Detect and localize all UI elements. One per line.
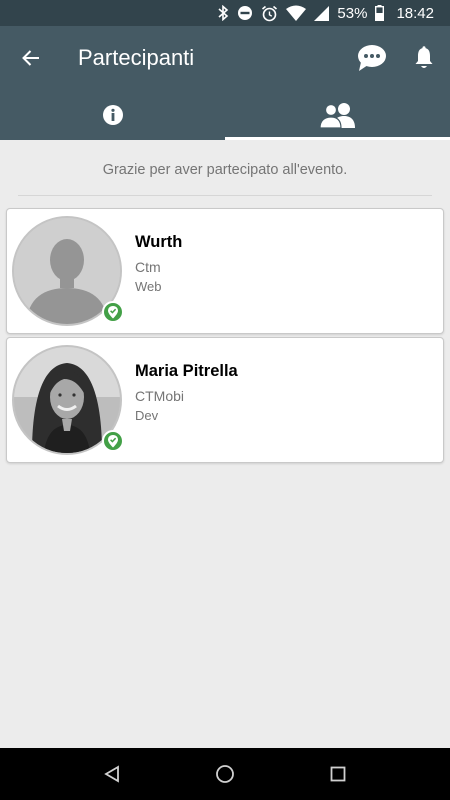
- bluetooth-icon: [218, 5, 229, 21]
- check-in-badge: [102, 301, 124, 323]
- nav-home-button[interactable]: [195, 748, 255, 800]
- divider: [18, 195, 432, 196]
- avatar: [12, 216, 124, 326]
- tab-bar: [0, 90, 450, 140]
- do-not-disturb-icon: [238, 6, 253, 20]
- thanks-message: Grazie per aver partecipato all'evento.: [102, 162, 348, 178]
- battery-icon: [375, 5, 385, 21]
- home-circle-icon: [216, 765, 234, 783]
- participant-name: Wurth: [135, 233, 183, 251]
- back-triangle-icon: [103, 765, 119, 783]
- check-in-badge: [102, 430, 124, 452]
- back-button[interactable]: [0, 26, 62, 90]
- page-title: Partecipanti: [78, 45, 195, 70]
- participant-card[interactable]: Wurth Ctm Web: [6, 208, 444, 334]
- clock: 18:42: [396, 4, 434, 22]
- people-icon: [319, 103, 355, 128]
- arrow-back-icon: [22, 50, 39, 66]
- bell-icon: [415, 46, 433, 68]
- participant-name: Maria Pitrella: [135, 362, 238, 380]
- participant-company: CTMobi: [135, 388, 185, 404]
- avatar: [12, 345, 124, 455]
- app-bar: Partecipanti: [0, 26, 450, 90]
- tab-info[interactable]: [0, 90, 225, 140]
- chat-button[interactable]: [346, 26, 398, 90]
- content-area: Grazie per aver partecipato all'evento. …: [0, 140, 450, 748]
- signal-icon: [314, 5, 330, 21]
- notifications-button[interactable]: [398, 26, 450, 90]
- info-icon: [102, 105, 123, 125]
- chat-icon: [358, 45, 386, 71]
- status-bar: 53% 18:42: [0, 0, 450, 26]
- recents-square-icon: [330, 766, 346, 782]
- battery-percent: 53%: [337, 4, 368, 22]
- wifi-icon: [286, 5, 307, 21]
- participant-company: Ctm: [135, 259, 161, 275]
- check-in-icon: [108, 435, 118, 448]
- participant-card[interactable]: Maria Pitrella CTMobi Dev: [6, 337, 444, 463]
- nav-recents-button[interactable]: [308, 748, 368, 800]
- check-in-icon: [108, 306, 118, 319]
- system-nav-bar: [0, 748, 450, 800]
- alarm-icon: [262, 5, 278, 21]
- participant-role: Dev: [135, 408, 159, 423]
- tab-participants[interactable]: [225, 90, 450, 140]
- participant-role: Web: [135, 279, 162, 294]
- nav-back-button[interactable]: [82, 748, 142, 800]
